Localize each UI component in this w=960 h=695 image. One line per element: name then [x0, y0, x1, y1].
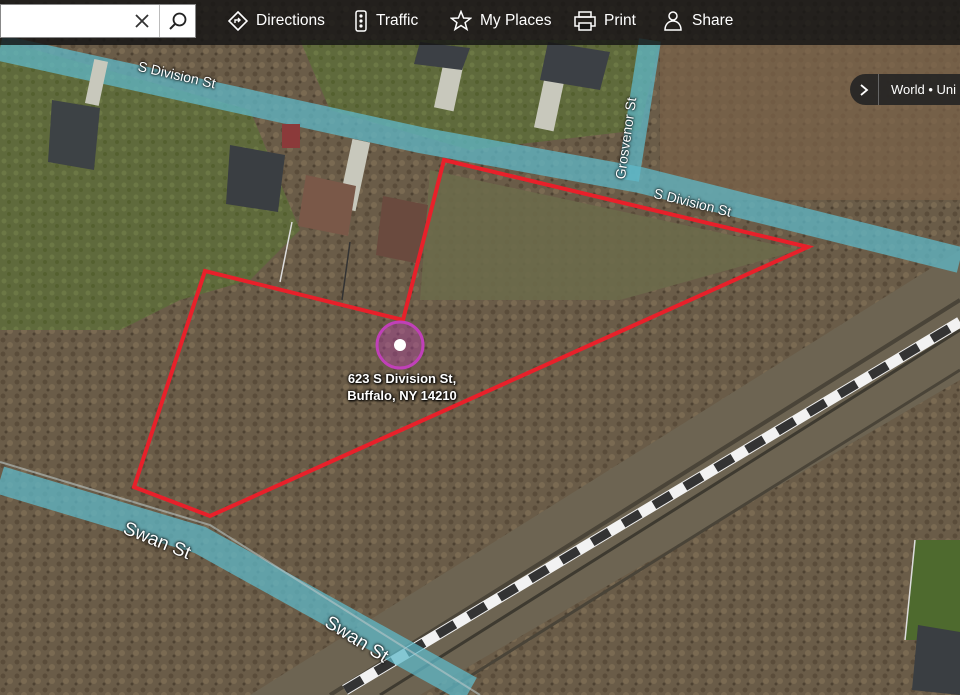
layer-label[interactable]: World • Uni [879, 82, 956, 97]
search-icon [169, 12, 187, 30]
print-button[interactable]: Print [574, 0, 636, 42]
my-places-label: My Places [480, 12, 552, 29]
print-label: Print [604, 12, 636, 29]
pin-address-line1: 623 S Division St, [347, 371, 457, 386]
traffic-light-icon [355, 10, 367, 32]
close-icon [135, 14, 149, 28]
my-places-button[interactable]: My Places [450, 0, 552, 42]
printer-icon [574, 11, 596, 31]
pin-address-label: 623 S Division St, Buffalo, NY 14210 [320, 370, 484, 404]
house [226, 145, 285, 212]
map-layer-selector[interactable]: World • Uni [850, 74, 960, 105]
house [912, 625, 960, 695]
location-pin-dot[interactable] [394, 339, 406, 351]
field-dark-right [660, 40, 960, 200]
clear-search-button[interactable] [127, 5, 157, 37]
directions-icon [228, 11, 248, 31]
directions-label: Directions [256, 12, 325, 29]
share-button[interactable]: Share [662, 0, 733, 42]
share-icon [664, 11, 682, 31]
pin-address-line2: Buffalo, NY 14210 [347, 388, 457, 403]
chevron-right-icon[interactable] [850, 74, 879, 105]
share-label: Share [692, 12, 734, 29]
traffic-label: Traffic [376, 12, 419, 29]
house [48, 100, 100, 170]
search-button[interactable] [159, 5, 196, 37]
house [298, 175, 356, 236]
star-icon [450, 10, 472, 32]
traffic-button[interactable]: Traffic [354, 0, 418, 42]
aerial-map[interactable] [0, 0, 960, 695]
top-toolbar: Directions Traffic My Places Print Share [0, 0, 960, 45]
search-box [0, 4, 196, 38]
directions-button[interactable]: Directions [228, 0, 325, 42]
shed [282, 124, 300, 148]
search-input[interactable] [1, 5, 133, 37]
